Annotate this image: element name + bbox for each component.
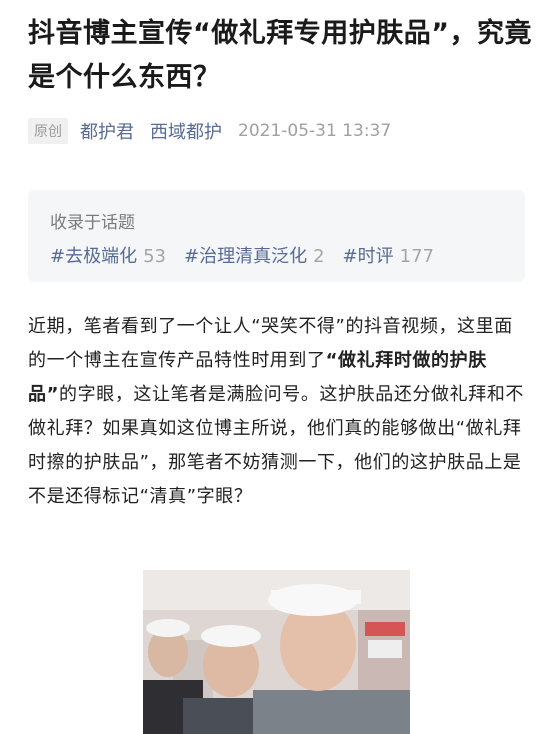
topic-name[interactable]: #时评	[343, 246, 394, 267]
photo-illustration	[143, 570, 410, 734]
article-photo[interactable]	[143, 570, 410, 734]
topic-count: 53	[143, 246, 166, 267]
topics-list: #去极端化 53 #治理清真泛化 2 #时评 177	[50, 242, 452, 268]
topic-name[interactable]: #去极端化	[50, 246, 137, 267]
topics-header: 收录于话题	[50, 213, 135, 233]
topic-name[interactable]: #治理清真泛化	[184, 246, 307, 267]
topic-count: 177	[399, 246, 434, 267]
original-badge: 原创	[28, 118, 68, 144]
topic-item[interactable]: #治理清真泛化 2	[184, 242, 325, 268]
topic-item[interactable]: #去极端化 53	[50, 242, 166, 268]
publish-date: 2021-05-31 13:37	[238, 121, 392, 141]
topics-panel: 收录于话题 #去极端化 53 #治理清真泛化 2 #时评 177	[28, 190, 525, 282]
article-title: 抖音博主宣传“做礼拜专用护肤品”，究竟是个什么东西？	[28, 18, 532, 93]
author-link[interactable]: 都护君	[80, 118, 134, 144]
account-link[interactable]: 西域都护	[150, 118, 222, 144]
article-meta: 原创 都护君 西域都护 2021-05-31 13:37	[28, 118, 391, 144]
topic-item[interactable]: #时评 177	[343, 242, 434, 268]
article-body: 近期，笔者看到了一个让人“哭笑不得”的抖音视频，这里面的一个博主在宣传产品特性时…	[28, 310, 528, 514]
body-text: 的字眼，这让笔者是满脸问号。这护肤品还分做礼拜和不做礼拜？如果真如这位博主所说，…	[28, 384, 525, 507]
topic-count: 2	[313, 246, 325, 267]
